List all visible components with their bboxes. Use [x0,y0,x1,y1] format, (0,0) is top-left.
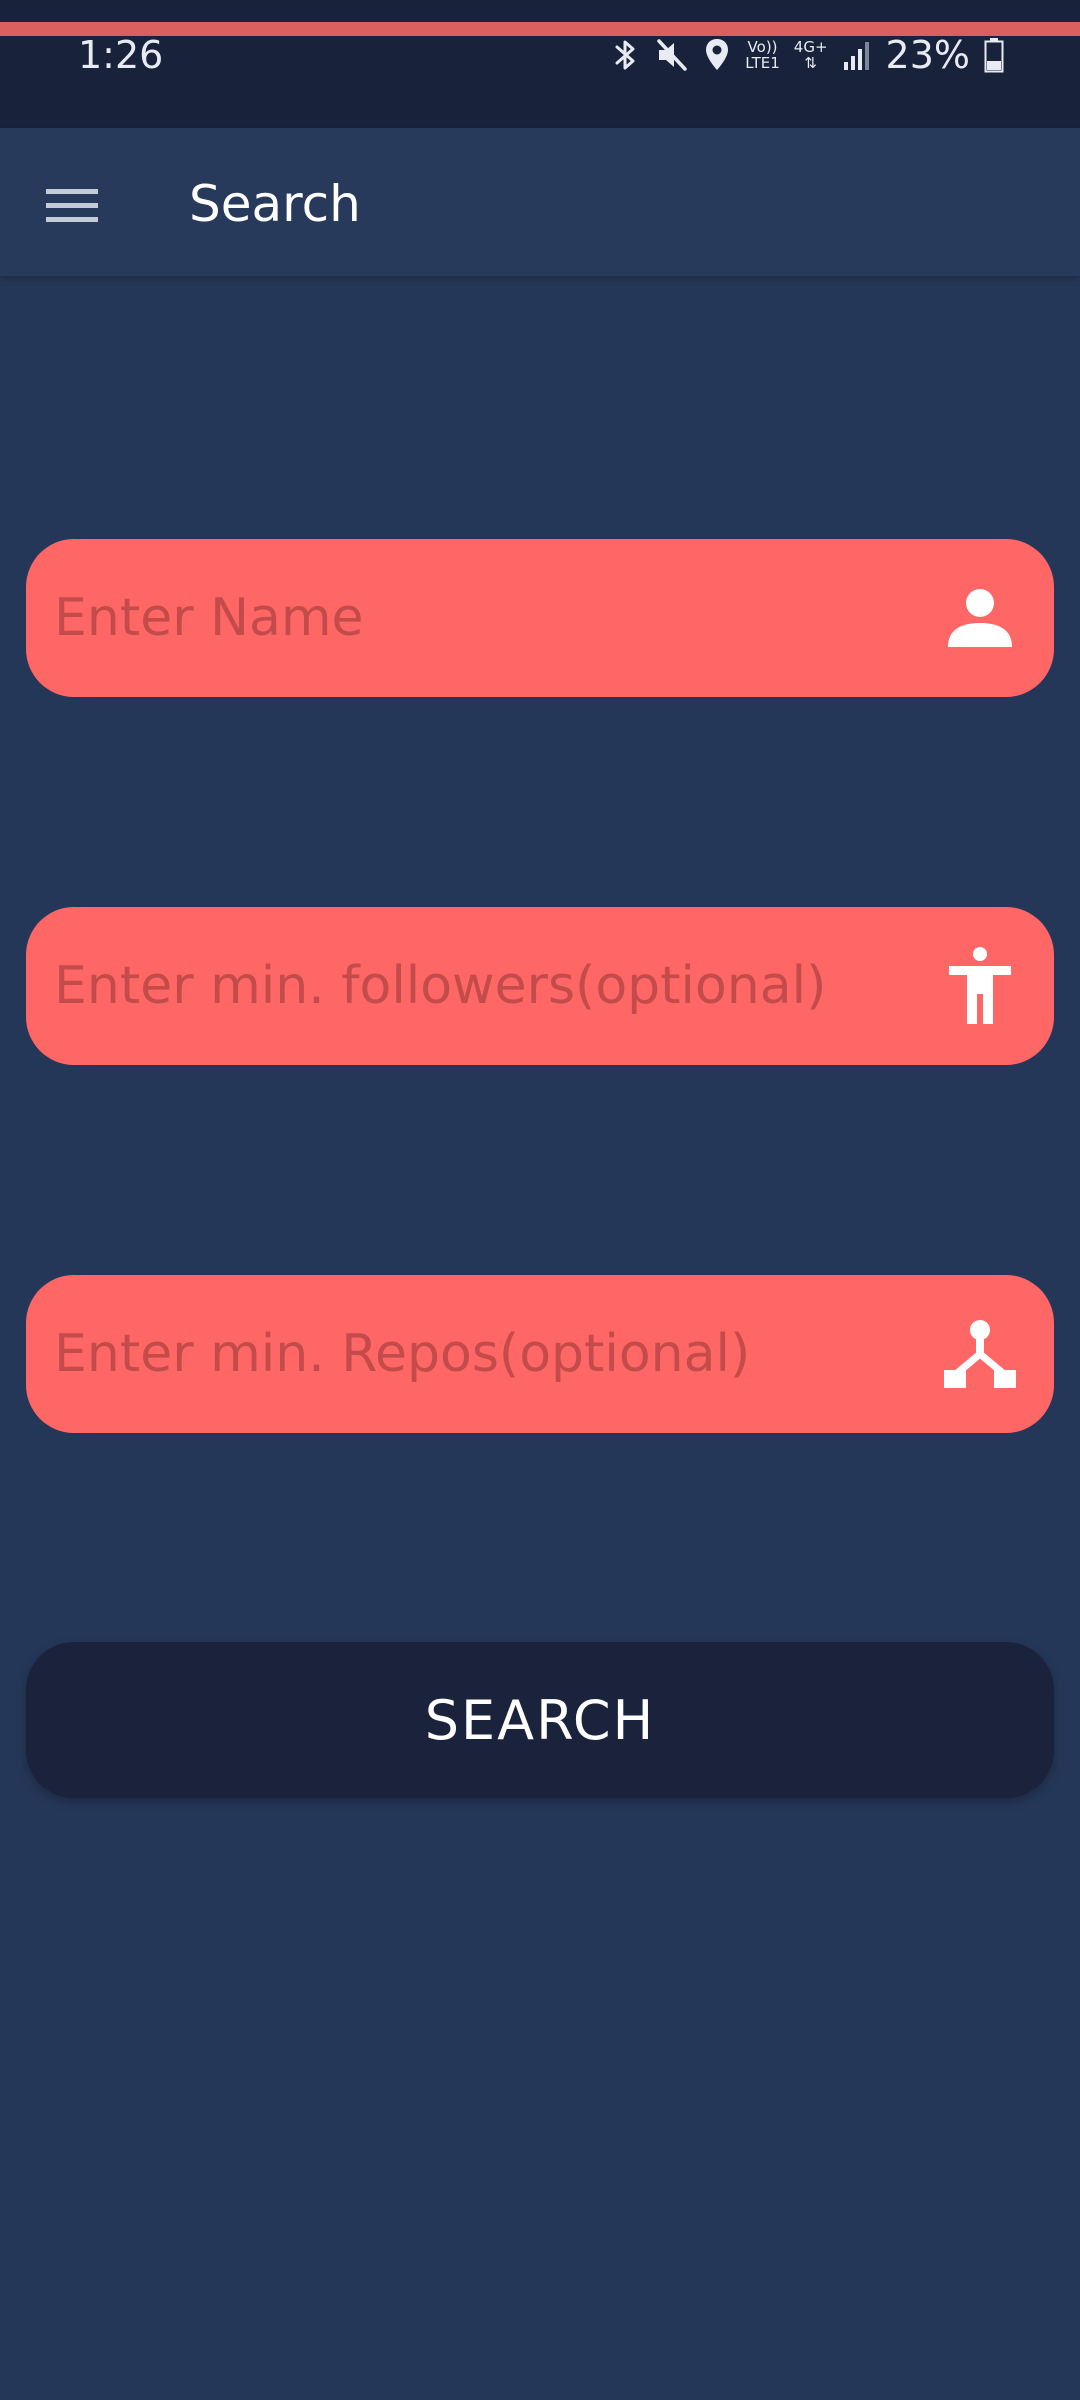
data-arrows-icon: ⇅ [804,54,817,72]
mute-icon [655,37,689,73]
search-button[interactable]: SEARCH [26,1642,1054,1798]
repos-input[interactable] [54,1275,934,1433]
status-bar: 1:26 Vo)) LTE1 4G+ ⇅ 23% [0,0,1080,128]
battery-icon [984,37,1004,73]
name-input[interactable] [54,539,934,697]
status-icons: Vo)) LTE1 4G+ ⇅ 23% [611,28,1004,82]
followers-input[interactable] [54,907,934,1065]
person-icon [940,578,1020,658]
repos-field[interactable] [26,1275,1054,1433]
name-field[interactable] [26,539,1054,697]
battery-percent: 23% [885,33,970,77]
network-indicator: Vo)) LTE1 [745,39,779,71]
menu-button[interactable] [32,166,112,246]
data-type-indicator: 4G+ ⇅ [794,39,828,71]
data-type-label: 4G+ [793,38,828,56]
volte-label: Vo)) [747,38,778,56]
page-title: Search [189,175,361,233]
bluetooth-icon [611,37,641,73]
signal-icon [842,38,872,72]
location-icon [703,37,731,73]
lte-label: LTE1 [745,54,780,72]
status-time: 1:26 [78,33,164,77]
followers-field[interactable] [26,907,1054,1065]
app-bar: Search [0,128,1080,276]
fork-icon [940,1314,1020,1394]
hamburger-menu-icon [46,189,98,222]
accessibility-icon [940,946,1020,1026]
